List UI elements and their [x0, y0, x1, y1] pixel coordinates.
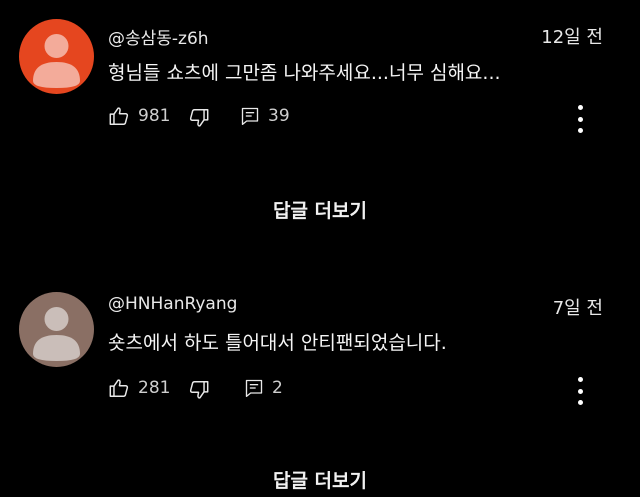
comment-author[interactable]: @HNHanRyang [108, 294, 237, 314]
reply-count: 2 [272, 378, 283, 398]
avatar[interactable] [19, 292, 94, 367]
kebab-dot [577, 377, 583, 382]
comment-item: @HNHanRyang 7일 전 숏츠에서 하도 틀어대서 안티팬되었습니다. … [0, 0, 640, 497]
comment-icon [245, 379, 263, 397]
dislike-button[interactable] [188, 379, 210, 401]
kebab-dot [577, 388, 583, 394]
comment-text: 숏츠에서 하도 틀어대서 안티팬되었습니다. [108, 332, 447, 354]
comment-timestamp: 7일 전 [552, 298, 603, 319]
kebab-dot [577, 400, 583, 405]
like-button[interactable]: 281 [108, 377, 170, 399]
view-more-replies-button[interactable]: 답글 더보기 [0, 466, 640, 493]
like-count: 281 [138, 378, 171, 398]
default-avatar-icon [33, 307, 80, 361]
thumbs-up-icon [109, 379, 129, 397]
thumbs-down-icon [189, 381, 209, 399]
more-vertical-icon[interactable] [572, 377, 588, 405]
reply-button[interactable]: 2 [244, 378, 283, 398]
